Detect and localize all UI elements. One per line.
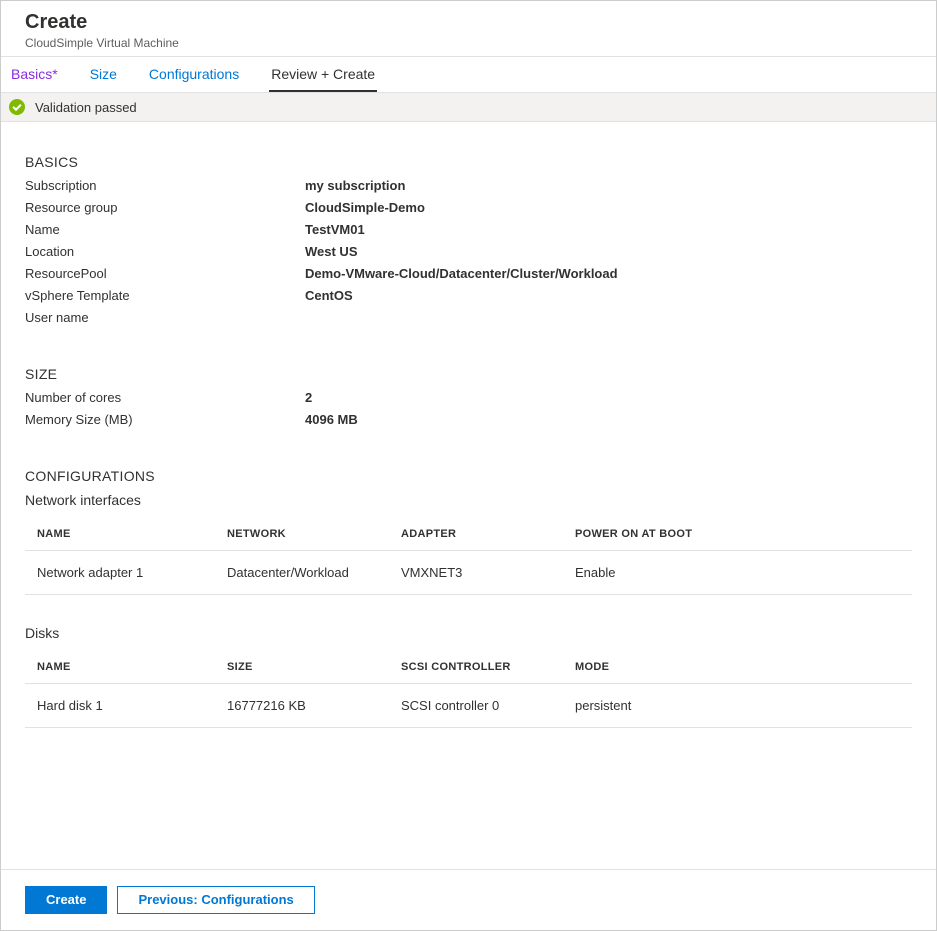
label-subscription: Subscription [25,178,305,193]
row-user-name: User name [25,310,912,325]
tab-basics-label: Basics [11,66,52,82]
disk-name: Hard disk 1 [25,684,215,728]
review-content: BASICS Subscription my subscription Reso… [1,122,936,831]
value-name: TestVM01 [305,222,365,237]
nic-header-network: NETWORK [215,518,389,551]
row-name: Name TestVM01 [25,222,912,237]
required-asterisk: * [52,66,57,82]
nic-header-adapter: ADAPTER [389,518,563,551]
label-user-name: User name [25,310,305,325]
label-cores: Number of cores [25,390,305,405]
value-memory: 4096 MB [305,412,358,427]
tab-size[interactable]: Size [88,57,119,92]
validation-bar: Validation passed [1,93,936,122]
nic-network: Datacenter/Workload [215,551,389,595]
disk-scsi: SCSI controller 0 [389,684,563,728]
page-title: Create [25,11,912,34]
value-resource-pool: Demo-VMware-Cloud/Datacenter/Cluster/Wor… [305,266,618,281]
wizard-footer: Create Previous: Configurations [1,869,936,930]
row-resource-group: Resource group CloudSimple-Demo [25,200,912,215]
label-resource-pool: ResourcePool [25,266,305,281]
value-vsphere-template: CentOS [305,288,353,303]
tab-basics[interactable]: Basics* [9,57,60,92]
table-row: Network adapter 1 Datacenter/Workload VM… [25,551,912,595]
row-memory: Memory Size (MB) 4096 MB [25,412,912,427]
disk-header-name: NAME [25,651,215,684]
value-subscription: my subscription [305,178,405,193]
disk-size: 16777216 KB [215,684,389,728]
nic-header-name: NAME [25,518,215,551]
value-cores: 2 [305,390,312,405]
disk-mode: persistent [563,684,912,728]
label-vsphere-template: vSphere Template [25,288,305,303]
nic-name: Network adapter 1 [25,551,215,595]
check-icon [9,99,25,115]
row-subscription: Subscription my subscription [25,178,912,193]
row-vsphere-template: vSphere Template CentOS [25,288,912,303]
section-configurations-title: CONFIGURATIONS [25,468,912,484]
create-button[interactable]: Create [25,886,107,914]
section-basics-title: BASICS [25,154,912,170]
value-location: West US [305,244,358,259]
disks-table: NAME SIZE SCSI CONTROLLER MODE Hard disk… [25,651,912,728]
label-memory: Memory Size (MB) [25,412,305,427]
tab-configurations[interactable]: Configurations [147,57,241,92]
subhead-disks: Disks [25,625,912,641]
value-resource-group: CloudSimple-Demo [305,200,425,215]
previous-button[interactable]: Previous: Configurations [117,886,314,914]
page-subtitle: CloudSimple Virtual Machine [25,36,912,50]
label-name: Name [25,222,305,237]
nic-header-power: POWER ON AT BOOT [563,518,912,551]
label-location: Location [25,244,305,259]
wizard-tabs: Basics* Size Configurations Review + Cre… [1,57,936,93]
nic-power: Enable [563,551,912,595]
tab-review-create[interactable]: Review + Create [269,57,377,92]
validation-message: Validation passed [35,100,137,115]
disk-header-scsi: SCSI CONTROLLER [389,651,563,684]
label-resource-group: Resource group [25,200,305,215]
nic-adapter: VMXNET3 [389,551,563,595]
disk-header-size: SIZE [215,651,389,684]
network-interfaces-table: NAME NETWORK ADAPTER POWER ON AT BOOT Ne… [25,518,912,595]
table-row: Hard disk 1 16777216 KB SCSI controller … [25,684,912,728]
row-resource-pool: ResourcePool Demo-VMware-Cloud/Datacente… [25,266,912,281]
row-cores: Number of cores 2 [25,390,912,405]
subhead-network-interfaces: Network interfaces [25,492,912,508]
section-size-title: SIZE [25,366,912,382]
row-location: Location West US [25,244,912,259]
page-header: Create CloudSimple Virtual Machine [1,1,936,57]
disk-header-mode: MODE [563,651,912,684]
